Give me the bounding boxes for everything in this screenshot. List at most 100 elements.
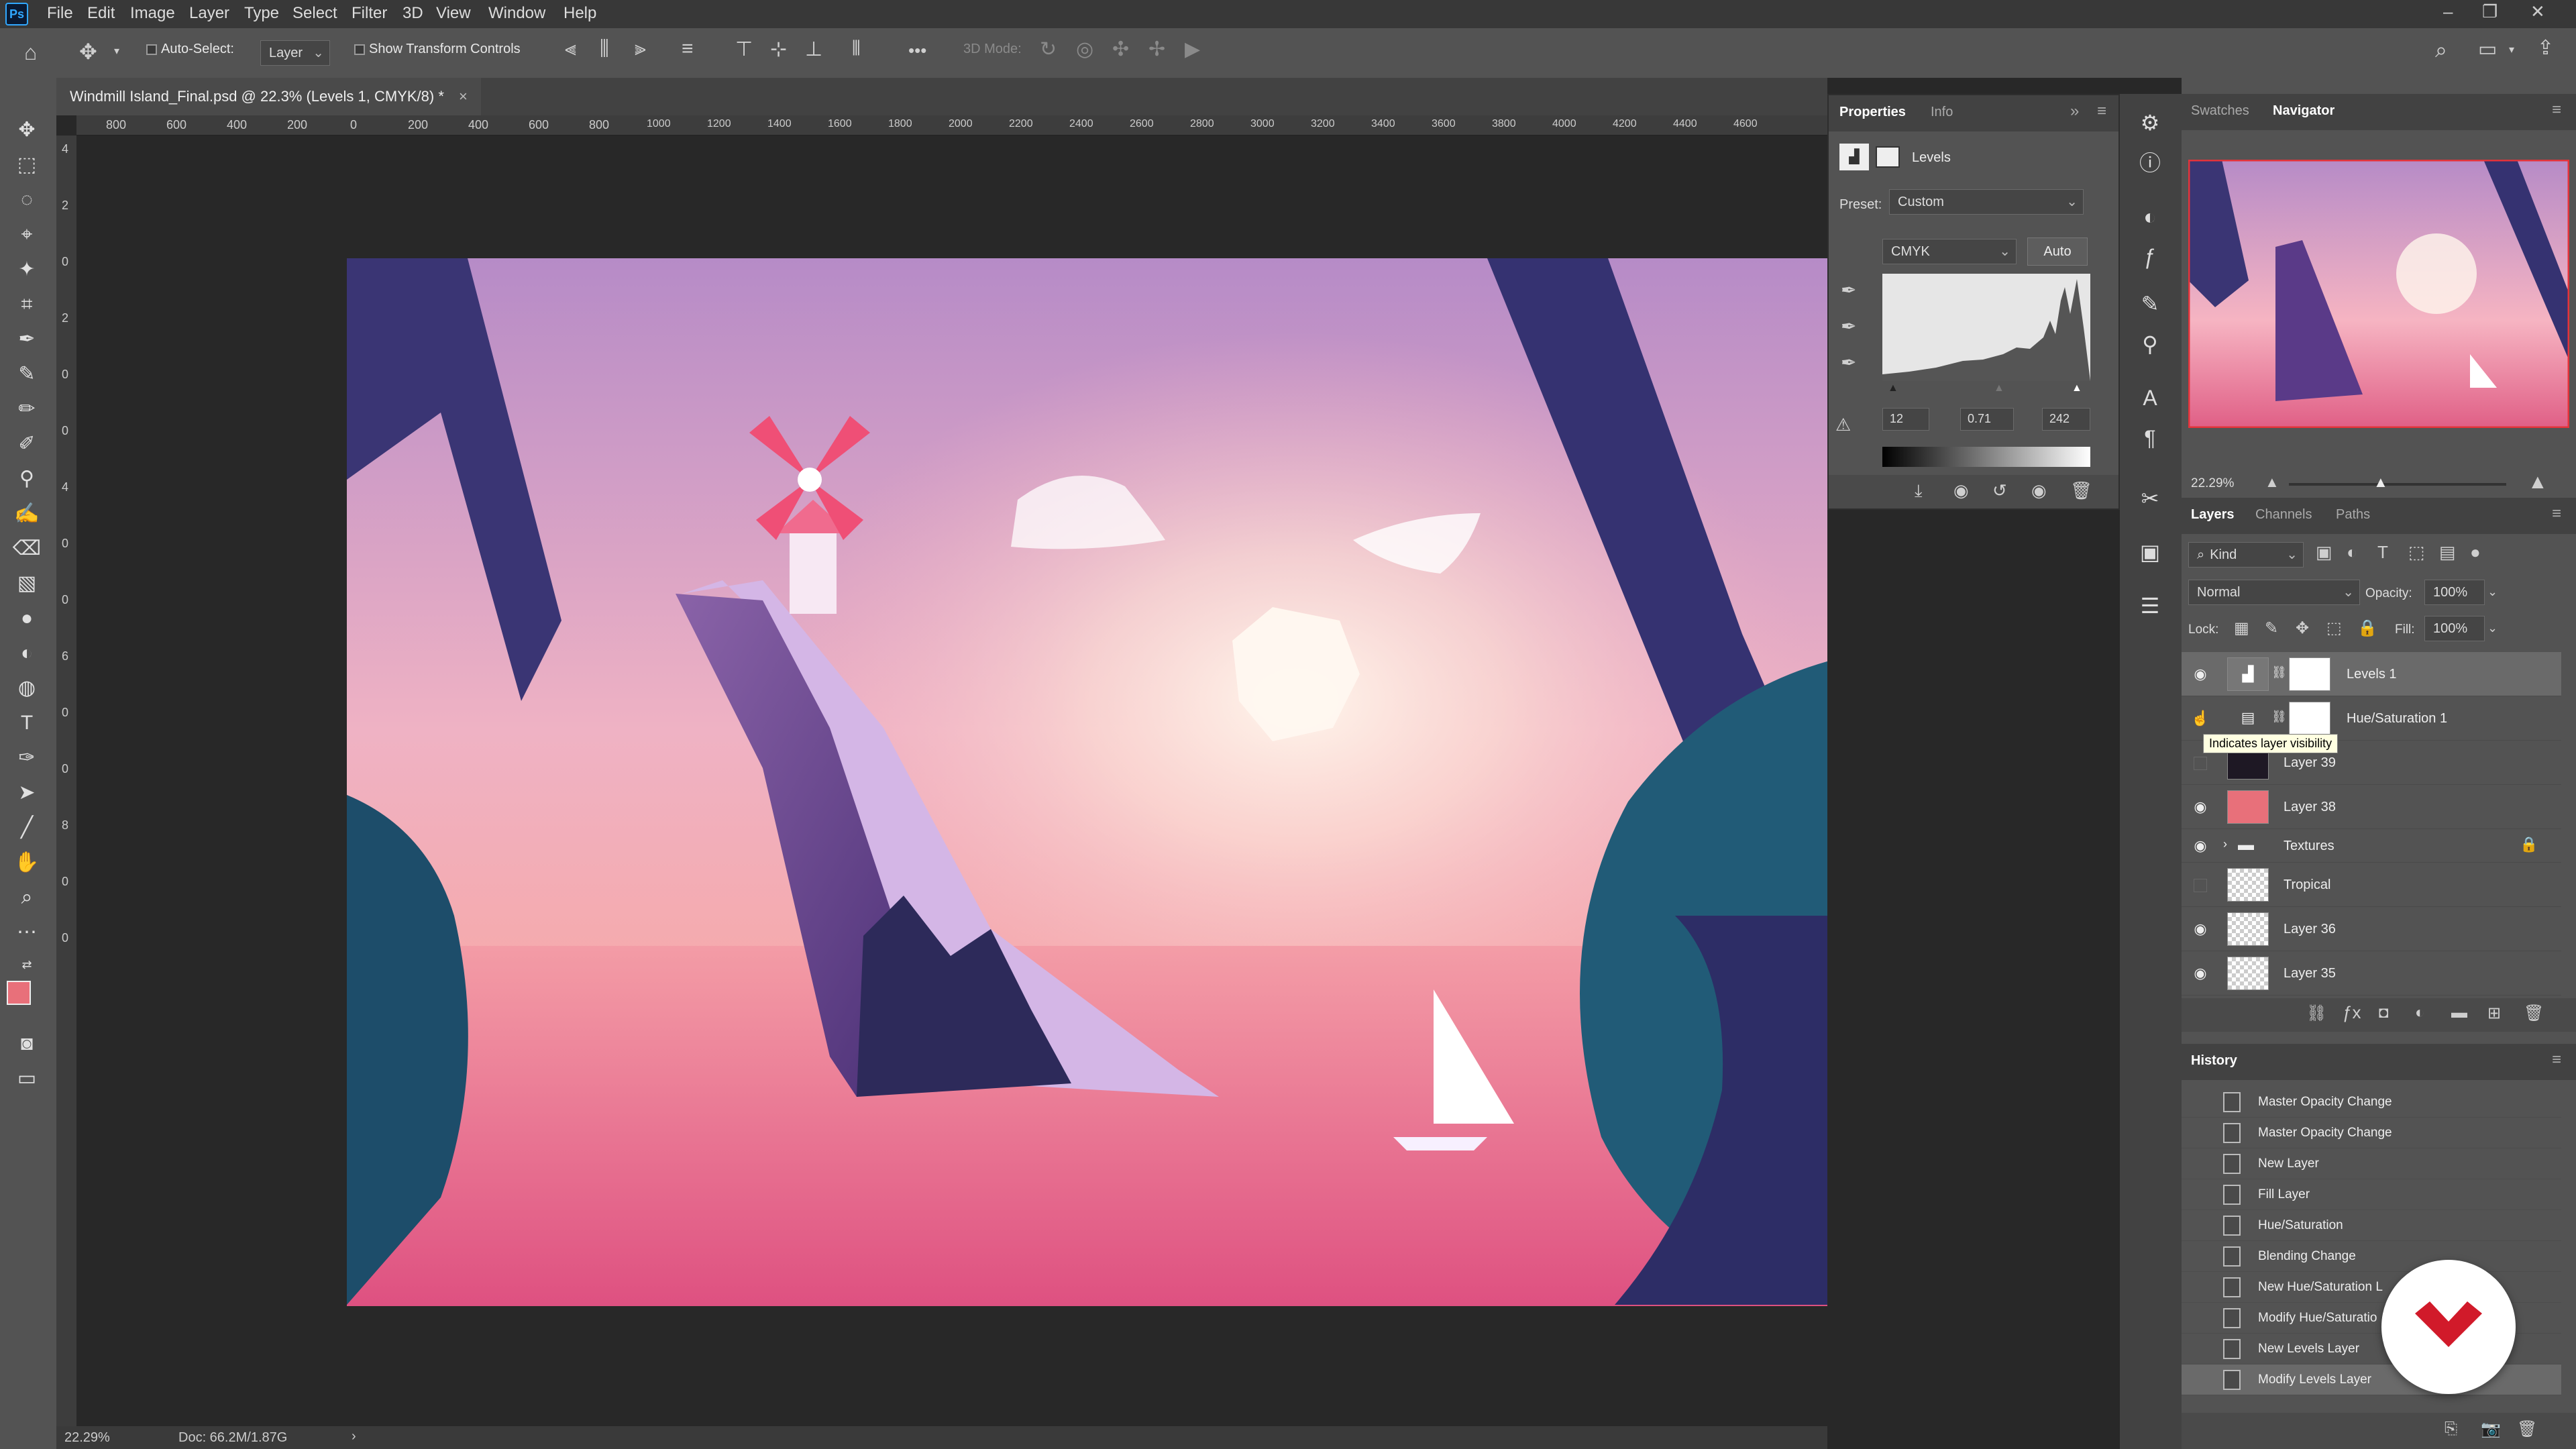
snapshot-camera-icon[interactable]: 📷 <box>2481 1419 2501 1439</box>
paragraph-panel-icon[interactable]: ¶ <box>2135 423 2165 453</box>
new-adjustment-icon[interactable]: ◐ <box>2415 1004 2425 1022</box>
filter-smart-object-icon[interactable]: ▤ <box>2439 542 2456 563</box>
menu-window[interactable]: Window <box>488 4 545 23</box>
history-item[interactable]: New Layer <box>2182 1148 2561 1179</box>
zoom-level[interactable]: 22.29% <box>64 1430 110 1446</box>
pencil-tool-icon[interactable]: ✐ <box>9 429 44 459</box>
shadow-input[interactable]: 12 <box>1882 408 1929 431</box>
menu-3d[interactable]: 3D <box>402 4 423 23</box>
link-icon[interactable]: ⛓ <box>2271 710 2287 724</box>
clone-source-icon[interactable]: ⚲ <box>2135 329 2165 360</box>
tab-history[interactable]: History <box>2191 1053 2237 1069</box>
filter-adjustment-icon[interactable]: ◐ <box>2347 542 2357 563</box>
quick-mask-icon[interactable]: ◙ <box>9 1029 44 1059</box>
layer-row-layer-38[interactable]: ◉ Layer 38 <box>2182 785 2561 829</box>
opacity-input[interactable]: 100% <box>2424 580 2485 605</box>
menu-type[interactable]: Type <box>244 4 279 23</box>
spot-heal-tool-icon[interactable]: ✎ <box>9 360 44 389</box>
more-options-icon[interactable]: ••• <box>908 40 926 61</box>
tab-swatches[interactable]: Swatches <box>2191 103 2249 119</box>
home-icon[interactable]: ⌂ <box>24 40 37 65</box>
blend-mode-dropdown[interactable]: Normal ⌄ <box>2188 580 2360 605</box>
lasso-tool-icon[interactable]: ◌ <box>9 185 44 215</box>
delete-icon[interactable]: 🗑 <box>2070 480 2092 501</box>
brush-tool-icon[interactable]: ✏ <box>9 394 44 424</box>
libraries-panel-icon[interactable]: ▣ <box>2135 537 2165 568</box>
workspace-icon[interactable]: ▭ <box>2478 38 2497 61</box>
chevron-down-icon[interactable]: ⌄ <box>2487 621 2498 635</box>
eraser-tool-icon[interactable]: ⌫ <box>9 534 44 564</box>
panel-menu-icon[interactable]: ≡ <box>2552 101 2561 119</box>
chevron-right-icon[interactable]: › <box>2223 837 2227 851</box>
brushes-panel-icon[interactable]: ✎ <box>2135 288 2165 319</box>
preset-dropdown[interactable]: Custom ⌄ <box>1889 189 2084 215</box>
lock-artboard-icon[interactable]: ⬚ <box>2326 619 2342 638</box>
close-window-icon[interactable]: ✕ <box>2530 1 2545 22</box>
highlight-slider-icon[interactable]: ▲ <box>2072 382 2082 394</box>
history-item[interactable]: Master Opacity Change <box>2182 1087 2561 1118</box>
visibility-eye-icon[interactable]: ◉ <box>2191 798 2210 817</box>
status-menu-arrow[interactable]: › <box>352 1429 356 1444</box>
delete-state-icon[interactable]: 🗑 <box>2517 1419 2537 1439</box>
visibility-eye-icon[interactable]: ◉ <box>2031 480 2047 501</box>
sponge-tool-icon[interactable]: ◍ <box>9 674 44 703</box>
distribute-icon[interactable]: ≡ <box>682 38 694 60</box>
minimize-icon[interactable]: – <box>2443 1 2453 22</box>
artwork-canvas[interactable] <box>347 258 1827 1306</box>
shadow-slider-icon[interactable]: ▲ <box>1888 382 1898 394</box>
orbit-3d-icon[interactable]: ↻ <box>1040 38 1057 61</box>
auto-select-checkbox[interactable]: Auto-Select: <box>146 42 234 57</box>
layer-row-layer-35[interactable]: ◉ Layer 35 <box>2182 951 2561 996</box>
visibility-eye-icon[interactable]: ◉ <box>2191 837 2210 856</box>
info-panel-icon[interactable]: ⓘ <box>2135 148 2165 178</box>
filter-type-icon[interactable]: T <box>2377 542 2388 563</box>
properties-panel-icon[interactable]: ⚙ <box>2135 107 2165 138</box>
swap-colors-icon[interactable]: ⇄ <box>9 950 44 979</box>
foreground-color-swatch[interactable] <box>7 981 31 1005</box>
midtone-slider-icon[interactable]: ▲ <box>1994 382 2004 394</box>
layer-row-tropical[interactable]: Tropical <box>2182 863 2561 907</box>
link-icon[interactable]: ⛓ <box>2271 665 2287 680</box>
layer-style-fx-icon[interactable]: ƒx <box>2343 1002 2361 1023</box>
tab-navigator[interactable]: Navigator <box>2273 103 2334 119</box>
menu-edit[interactable]: Edit <box>87 4 115 23</box>
crop-tool-icon[interactable]: ⌗ <box>9 290 44 319</box>
restore-icon[interactable]: ❐ <box>2482 1 2498 22</box>
search-icon[interactable]: ⌕ <box>2435 38 2447 63</box>
cursor-pointer-icon[interactable]: ☝ <box>2191 710 2210 729</box>
quick-select-tool-icon[interactable]: ⌖ <box>9 220 44 250</box>
mask-icon[interactable] <box>1876 146 1900 168</box>
layer-row-textures-group[interactable]: ◉ › ▬ Textures 🔒 <box>2182 829 2561 863</box>
menu-file[interactable]: File <box>47 4 73 23</box>
visibility-toggle[interactable] <box>2194 757 2207 770</box>
line-tool-icon[interactable]: ╱ <box>9 813 44 843</box>
tab-info[interactable]: Info <box>1931 105 1953 120</box>
filter-shape-icon[interactable]: ⬚ <box>2408 542 2425 563</box>
link-layers-icon[interactable]: ⛓ <box>2306 1004 2326 1023</box>
layer-row-layer-36[interactable]: ◉ Layer 36 <box>2182 907 2561 951</box>
gray-point-eyedropper-icon[interactable]: ✒ <box>1841 315 1856 337</box>
align-top-icon[interactable]: ⊤ <box>735 38 753 61</box>
navigator-zoom-value[interactable]: 22.29% <box>2191 476 2234 491</box>
auto-select-target-dropdown[interactable]: Layer ⌄ <box>260 40 330 66</box>
visibility-toggle[interactable] <box>2194 879 2207 892</box>
midtone-input[interactable]: 0.71 <box>1960 408 2014 431</box>
tab-paths[interactable]: Paths <box>2336 507 2370 523</box>
chevron-down-icon[interactable]: ▾ <box>114 44 119 58</box>
panel-menu-icon[interactable]: ≡ <box>2097 102 2106 121</box>
new-document-from-state-icon[interactable]: ⎘ <box>2445 1419 2457 1438</box>
roll-3d-icon[interactable]: ◎ <box>1076 38 1093 61</box>
zoom-slider-track[interactable] <box>2289 483 2506 486</box>
show-transform-check[interactable] <box>354 44 365 55</box>
slide-3d-icon[interactable]: ✢ <box>1148 38 1165 61</box>
reset-icon[interactable]: ↺ <box>1992 480 2007 501</box>
menu-help[interactable]: Help <box>564 4 596 23</box>
new-group-icon[interactable]: ▬ <box>2451 1004 2467 1022</box>
gradient-tool-icon[interactable]: ▧ <box>9 569 44 598</box>
panel-menu-icon[interactable]: ≡ <box>2552 1051 2561 1069</box>
history-item[interactable]: Fill Layer <box>2182 1179 2561 1210</box>
dodge-tool-icon[interactable]: ◐ <box>9 639 44 668</box>
view-previous-icon[interactable]: ◉ <box>1953 480 1969 501</box>
type-tool-icon[interactable]: T <box>9 708 44 738</box>
auto-select-check[interactable] <box>146 44 157 55</box>
